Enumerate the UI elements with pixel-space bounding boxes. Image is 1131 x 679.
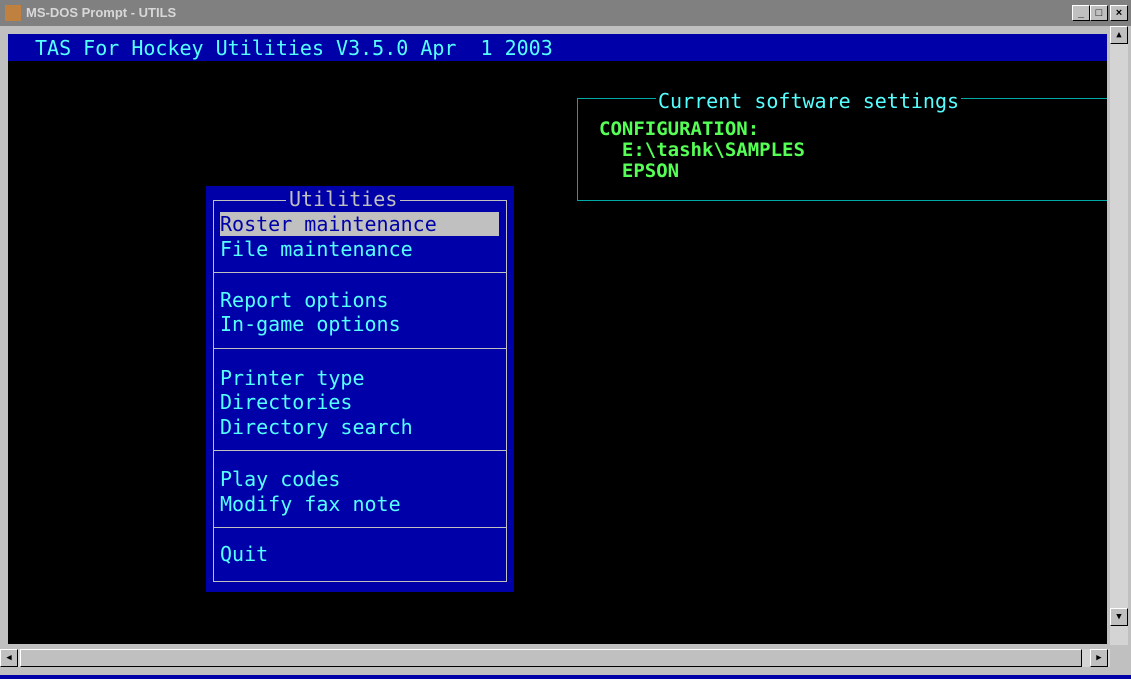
maximize-button[interactable]: □ <box>1090 5 1108 21</box>
menu-item-printer-type[interactable]: Printer type <box>220 366 365 390</box>
app-header: TAS For Hockey Utilities V3.5.0 Apr 1 20… <box>8 34 1107 61</box>
msdos-icon <box>5 5 21 21</box>
horizontal-scroll-thumb[interactable] <box>20 649 1082 667</box>
menu-divider <box>213 272 507 273</box>
taskbar-strip <box>0 675 1131 679</box>
window-titlebar[interactable]: MS-DOS Prompt - UTILS _ □ × <box>0 0 1131 26</box>
scroll-left-icon[interactable]: ◀ <box>0 649 18 667</box>
menu-divider <box>213 450 507 451</box>
utilities-menu: Utilities Roster maintenance File mainte… <box>206 186 514 592</box>
menu-item-play-codes[interactable]: Play codes <box>220 467 340 491</box>
menu-item-modify-fax-note[interactable]: Modify fax note <box>220 492 401 516</box>
app-header-text: TAS For Hockey Utilities V3.5.0 Apr 1 20… <box>35 36 553 60</box>
console-screen: TAS For Hockey Utilities V3.5.0 Apr 1 20… <box>8 34 1107 644</box>
settings-line: EPSON <box>599 160 680 182</box>
settings-title: Current software settings <box>656 89 962 113</box>
menu-item-roster-maintenance[interactable]: Roster maintenance <box>220 212 499 236</box>
menu-title: Utilities <box>286 188 401 210</box>
menu-divider <box>213 527 507 528</box>
menu-item-report-options[interactable]: Report options <box>220 288 389 312</box>
menu-item-directory-search[interactable]: Directory search <box>220 415 413 439</box>
settings-line: CONFIGURATION: <box>599 118 760 140</box>
minimize-button[interactable]: _ <box>1072 5 1090 21</box>
window-title: MS-DOS Prompt - UTILS <box>26 5 177 20</box>
settings-line: E:\tashk\SAMPLES <box>599 139 805 161</box>
horizontal-scrollbar[interactable]: ◀ ▶ <box>0 649 1110 667</box>
vertical-scrollbar[interactable]: ▲ ▼ <box>1110 26 1128 645</box>
menu-item-quit[interactable]: Quit <box>220 542 268 566</box>
menu-item-in-game-options[interactable]: In-game options <box>220 312 401 336</box>
menu-item-file-maintenance[interactable]: File maintenance <box>220 237 413 261</box>
scroll-up-icon[interactable]: ▲ <box>1110 26 1128 44</box>
scroll-down-icon[interactable]: ▼ <box>1110 608 1128 626</box>
menu-divider <box>213 348 507 349</box>
scroll-right-icon[interactable]: ▶ <box>1090 649 1108 667</box>
close-button[interactable]: × <box>1110 5 1128 21</box>
menu-item-directories[interactable]: Directories <box>220 390 352 414</box>
